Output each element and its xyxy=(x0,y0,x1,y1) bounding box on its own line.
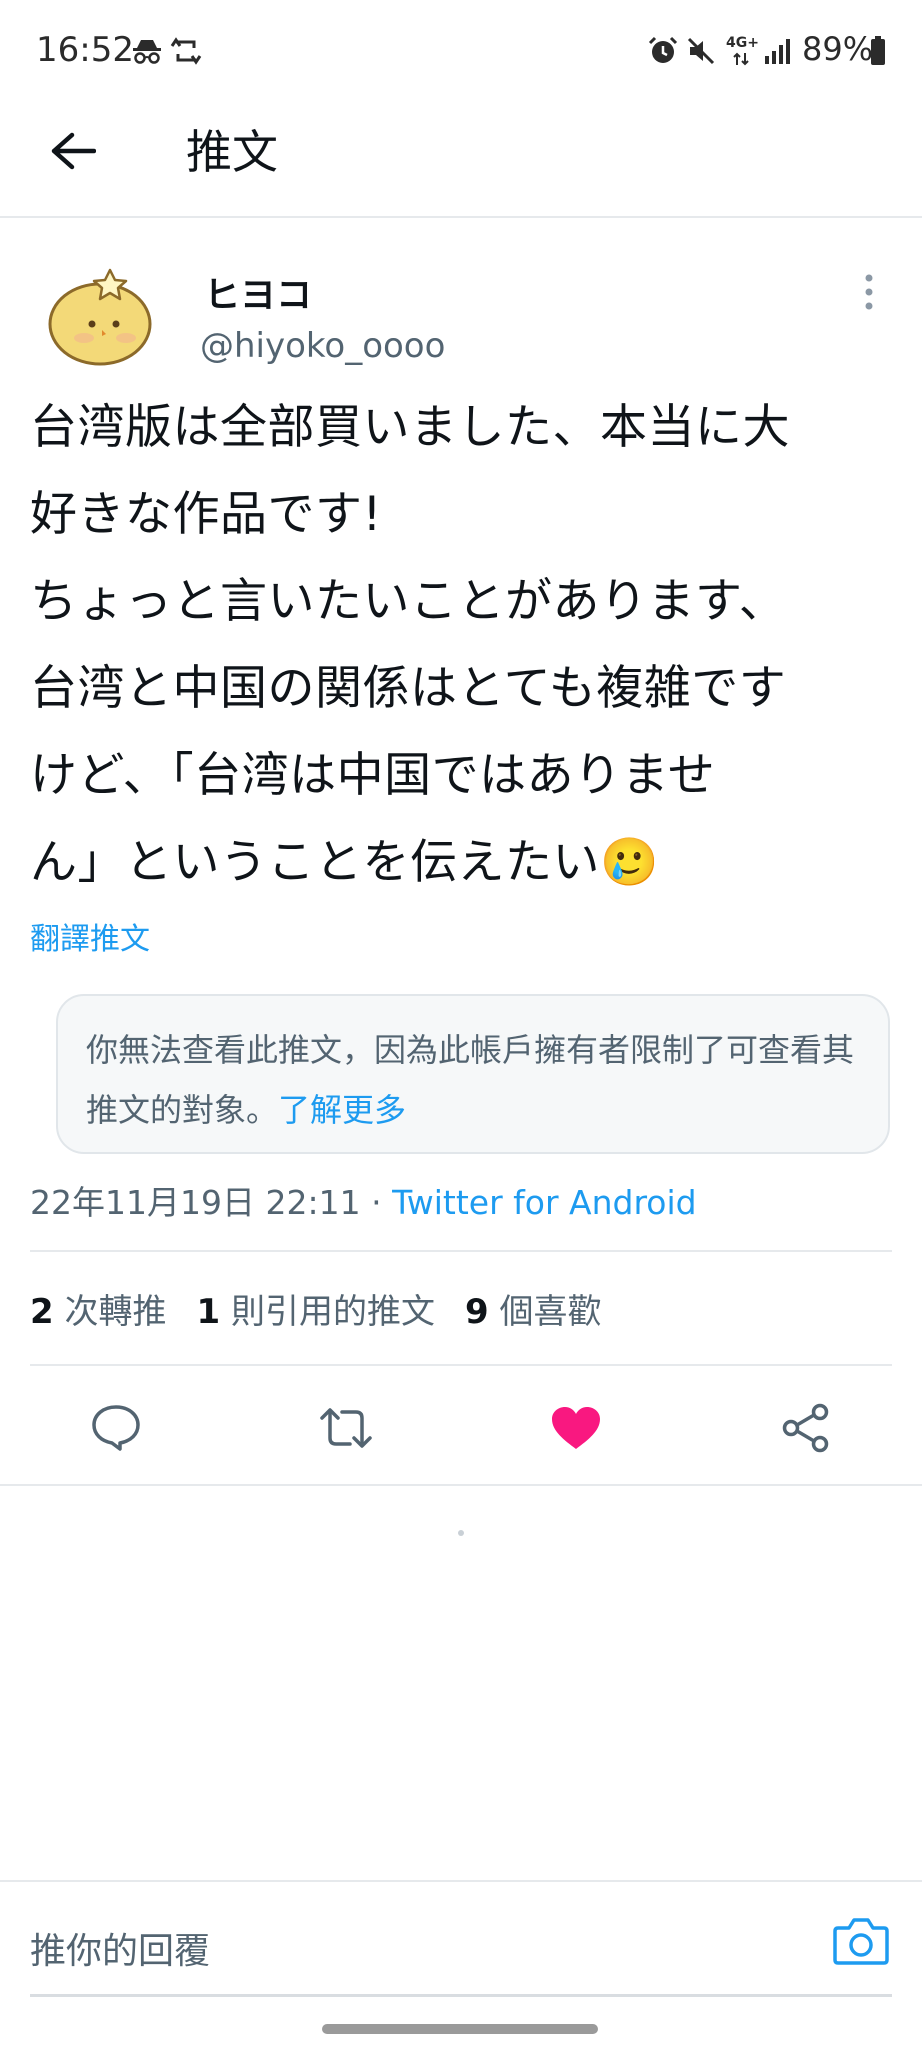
retweet-icon xyxy=(320,1408,372,1448)
timestamp-text: 22年11月19日 22:11 xyxy=(30,1183,361,1222)
avatar[interactable] xyxy=(44,266,160,368)
like-button[interactable] xyxy=(546,1398,606,1458)
restricted-notice-text: 你無法查看此推文，因為此帳戶擁有者限制了可查看其推文的對象。 xyxy=(86,1031,855,1129)
quotes-count: 1 xyxy=(196,1292,221,1332)
camera-button[interactable] xyxy=(832,1914,890,1972)
tweet-timestamp: 22年11月19日 22:11 · Twitter for Android xyxy=(30,1176,697,1224)
share-icon xyxy=(782,1403,829,1453)
likes-count: 9 xyxy=(464,1292,489,1332)
share-button[interactable] xyxy=(776,1398,836,1458)
home-indicator[interactable] xyxy=(322,2024,598,2034)
header-bar xyxy=(0,104,922,218)
signal-icon xyxy=(765,39,790,64)
divider xyxy=(0,1484,922,1486)
user-handle[interactable]: @hiyoko_oooo xyxy=(200,326,445,366)
back-button[interactable] xyxy=(44,122,102,180)
divider xyxy=(30,1364,892,1366)
translate-tweet-link[interactable]: 翻譯推文 xyxy=(30,914,150,958)
camera-icon xyxy=(833,1918,889,1965)
tweet-text: 台湾版は全部買いました、本当に大 好きな作品です! ちょっと言いたいことがありま… xyxy=(30,400,790,890)
heart-icon xyxy=(552,1407,600,1449)
display-name[interactable]: ヒヨコ xyxy=(204,266,312,318)
learn-more-link[interactable]: 了解更多 xyxy=(278,1091,406,1129)
battery-icon xyxy=(871,36,885,65)
quotes-stat[interactable]: 1 則引用的推文 xyxy=(196,1284,434,1333)
alarm-icon xyxy=(648,36,678,63)
page-title: 推文 xyxy=(186,125,278,179)
reply-bar-divider xyxy=(0,1880,922,1882)
likes-label: 個喜歡 xyxy=(499,1292,602,1332)
reply-input[interactable]: 推你的回覆 xyxy=(30,1922,210,1974)
more-vertical-icon xyxy=(865,274,873,310)
tweet-stats: 2 次轉推 1 則引用的推文 9 個喜歡 xyxy=(30,1284,601,1333)
network-type: 4G+ xyxy=(726,35,759,51)
reply-button[interactable] xyxy=(86,1398,146,1458)
quotes-label: 則引用的推文 xyxy=(230,1292,435,1332)
status-time: 16:52 xyxy=(36,30,134,70)
arrow-left-icon xyxy=(51,132,96,170)
divider xyxy=(30,1250,892,1252)
timestamp-separator: · xyxy=(360,1183,393,1222)
chick-avatar-icon xyxy=(48,268,152,366)
more-options-button[interactable] xyxy=(856,270,882,316)
tweet-source-link[interactable]: Twitter for Android xyxy=(392,1183,697,1222)
incognito-icon xyxy=(133,40,161,64)
retweets-count: 2 xyxy=(30,1292,54,1332)
battery-percent: 89% xyxy=(802,30,874,68)
reply-icon xyxy=(92,1405,140,1451)
sync-icon xyxy=(170,37,202,65)
data-arrows-icon xyxy=(733,52,749,66)
restricted-notice: 你無法查看此推文，因為此帳戶擁有者限制了可查看其推文的對象。了解更多 xyxy=(86,1020,876,1140)
mute-icon xyxy=(687,37,715,65)
retweets-stat[interactable]: 2 次轉推 xyxy=(30,1284,166,1333)
retweet-button[interactable] xyxy=(316,1398,376,1458)
loading-indicator xyxy=(458,1530,464,1536)
likes-stat[interactable]: 9 個喜歡 xyxy=(465,1284,601,1333)
retweets-label: 次轉推 xyxy=(64,1292,167,1332)
reply-input-underline xyxy=(30,1994,892,1997)
